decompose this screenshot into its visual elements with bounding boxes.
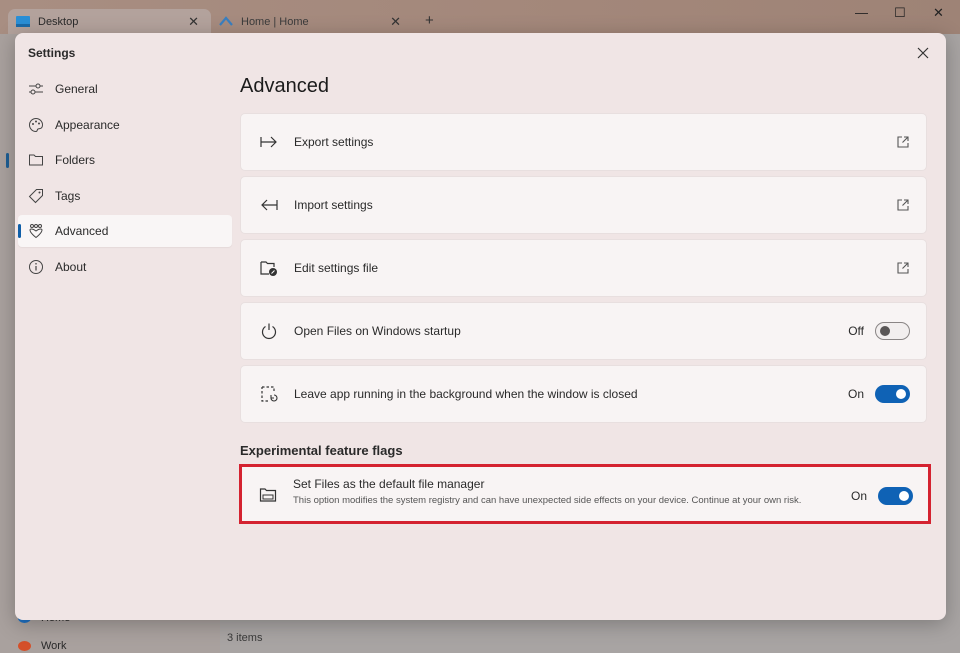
status-bar-count: 3 items — [227, 632, 263, 644]
nav-item-tags[interactable]: Tags — [18, 180, 232, 212]
folder-icon — [28, 152, 44, 168]
close-window-button[interactable]: ✕ — [933, 5, 944, 21]
toggle-state-label: Off — [848, 324, 864, 338]
toggle-knob — [899, 491, 909, 501]
toggle-state-label: On — [847, 387, 864, 401]
tag-icon — [28, 188, 44, 204]
external-link-icon — [897, 136, 909, 148]
background-icon — [258, 383, 280, 405]
title-bar: Desktop ✕ Home | Home ✕ + — ☐ ✕ — [0, 0, 960, 34]
settings-nav: General Appearance Folders Tags Advanced… — [18, 73, 232, 287]
nav-item-folders[interactable]: Folders — [18, 144, 232, 176]
edit-file-icon — [258, 257, 280, 279]
nav-label: About — [55, 259, 87, 274]
nav-label: Tags — [55, 188, 81, 203]
folder-drive-icon — [257, 484, 279, 506]
background-toggle[interactable] — [875, 385, 910, 403]
page-title: Advanced — [240, 75, 329, 97]
card-label: Leave app running in the background when… — [294, 387, 638, 401]
home-icon — [219, 16, 233, 26]
palette-icon — [28, 117, 44, 133]
background-running-card: Leave app running in the background when… — [240, 365, 927, 423]
export-settings-card[interactable]: Export settings — [240, 113, 927, 171]
card-label: Import settings — [294, 198, 373, 212]
flag-description: This option modifies the system registry… — [293, 495, 802, 506]
startup-toggle[interactable] — [875, 322, 910, 340]
sliders-icon — [28, 81, 44, 97]
nav-label: Advanced — [55, 224, 109, 239]
external-link-icon — [897, 199, 909, 211]
toggle-state-label: On — [850, 489, 867, 503]
close-tab-icon[interactable]: ✕ — [188, 14, 199, 30]
background-nav-work[interactable]: Work — [18, 640, 66, 652]
tab-desktop[interactable]: Desktop ✕ — [8, 9, 211, 34]
import-icon — [258, 194, 280, 216]
edit-settings-file-card[interactable]: Edit settings file — [240, 239, 927, 297]
nav-item-general[interactable]: General — [18, 73, 232, 105]
default-file-manager-card: Set Files as the default file manager Th… — [239, 464, 931, 524]
tab-home[interactable]: Home | Home ✕ — [213, 9, 413, 34]
dialog-title: Settings — [28, 46, 76, 60]
startup-card: Open Files on Windows startup Off — [240, 302, 927, 360]
nav-item-appearance[interactable]: Appearance — [18, 109, 232, 141]
power-icon — [258, 320, 280, 342]
close-icon — [917, 47, 929, 59]
nav-item-advanced[interactable]: Advanced — [18, 215, 232, 248]
maximize-button[interactable]: ☐ — [894, 5, 906, 21]
flag-title: Set Files as the default file manager — [293, 477, 485, 491]
settings-dialog: Settings General Appearance Folders Tags… — [15, 33, 946, 620]
selection-indicator — [18, 224, 21, 239]
card-label: Open Files on Windows startup — [294, 324, 461, 338]
toggle-knob — [880, 326, 890, 336]
external-link-icon — [897, 262, 909, 274]
info-icon — [28, 259, 44, 275]
default-file-manager-toggle[interactable] — [878, 487, 913, 505]
advanced-icon — [28, 223, 44, 239]
import-settings-card[interactable]: Import settings — [240, 176, 927, 234]
export-icon — [258, 131, 280, 153]
card-label: Export settings — [294, 135, 374, 149]
nav-label: Appearance — [55, 117, 120, 132]
minimize-button[interactable]: — — [855, 5, 868, 20]
experimental-section-title: Experimental feature flags — [240, 443, 403, 458]
nav-label: Folders — [55, 153, 96, 168]
new-tab-button[interactable]: + — [425, 12, 434, 29]
nav-item-about[interactable]: About — [18, 251, 232, 283]
nav-label: Work — [41, 640, 67, 652]
tab-label: Home | Home — [241, 15, 309, 28]
toggle-knob — [896, 389, 906, 399]
card-label: Edit settings file — [294, 261, 379, 275]
close-dialog-button[interactable] — [912, 42, 934, 64]
nav-label: General — [55, 82, 98, 96]
tab-label: Desktop — [38, 15, 79, 28]
work-icon — [18, 641, 31, 651]
close-tab-icon[interactable]: ✕ — [390, 14, 401, 30]
desktop-icon — [16, 16, 30, 27]
background-selection-indicator — [6, 153, 9, 168]
